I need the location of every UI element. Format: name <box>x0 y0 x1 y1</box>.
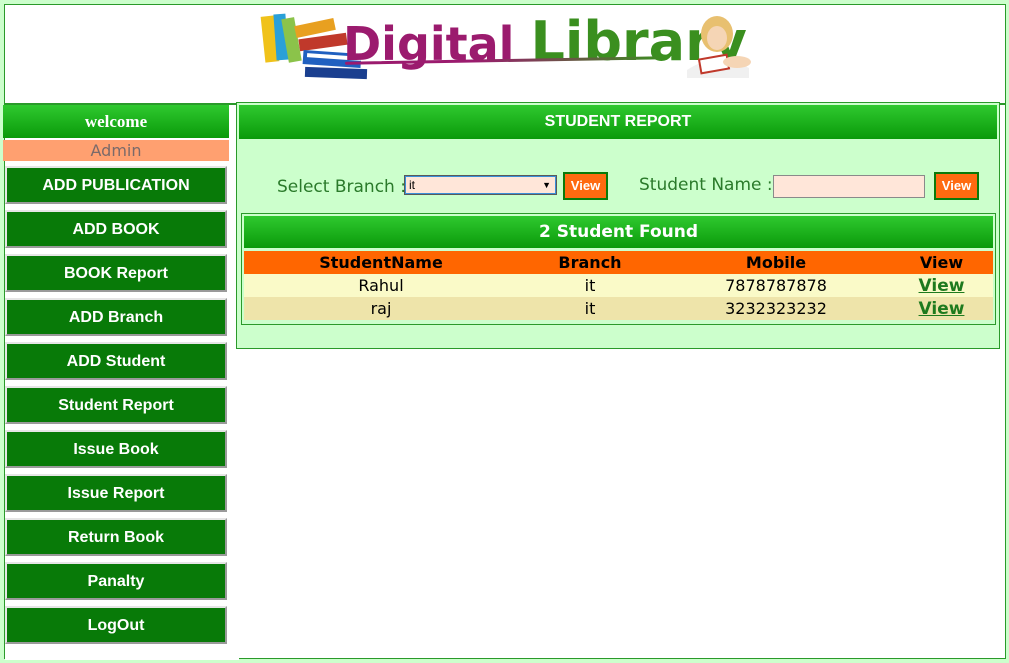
cell-student-name: Rahul <box>244 274 518 297</box>
table-header-row: StudentName Branch Mobile View <box>244 251 993 274</box>
student-report-panel: STUDENT REPORT Select Branch : it ▼ View… <box>236 102 1000 349</box>
results-count-heading: 2 Student Found <box>244 216 993 248</box>
welcome-heading: welcome <box>3 105 229 138</box>
student-name-input[interactable] <box>773 175 925 198</box>
header: Digital Library <box>5 5 1005 105</box>
column-header-view: View <box>890 251 993 274</box>
view-student-link[interactable]: View <box>919 299 965 319</box>
cell-mobile: 3232323232 <box>662 297 890 320</box>
cell-view: View <box>890 297 993 320</box>
sidebar-item-panalty[interactable]: Panalty <box>5 562 227 600</box>
sidebar-item-issue-book[interactable]: Issue Book <box>5 430 227 468</box>
sidebar-item-add-publication[interactable]: ADD PUBLICATION <box>5 166 227 204</box>
name-view-button[interactable]: View <box>934 172 979 200</box>
sidebar-item-logout[interactable]: LogOut <box>5 606 227 644</box>
cell-branch: it <box>518 297 662 320</box>
sidebar-item-add-student[interactable]: ADD Student <box>5 342 227 380</box>
student-name-label: Student Name : <box>639 175 773 195</box>
cell-student-name: raj <box>244 297 518 320</box>
reading-girl-image <box>687 16 751 78</box>
view-student-link[interactable]: View <box>919 276 965 296</box>
sidebar-item-return-book[interactable]: Return Book <box>5 518 227 556</box>
student-table: StudentName Branch Mobile View Rahul it … <box>244 251 993 320</box>
dropdown-arrow-icon: ▼ <box>542 180 551 190</box>
cell-branch: it <box>518 274 662 297</box>
select-branch-label: Select Branch : <box>277 177 406 197</box>
user-name-label: Admin <box>3 140 229 161</box>
digital-library-logo: Digital Library <box>255 8 755 86</box>
cell-mobile: 7878787878 <box>662 274 890 297</box>
cell-view: View <box>890 274 993 297</box>
branch-view-button[interactable]: View <box>563 172 608 200</box>
column-header-student-name: StudentName <box>244 251 518 274</box>
page-title: STUDENT REPORT <box>239 105 997 139</box>
table-row: raj it 3232323232 View <box>244 297 993 320</box>
sidebar-item-add-branch[interactable]: ADD Branch <box>5 298 227 336</box>
column-header-branch: Branch <box>518 251 662 274</box>
branch-select-value: it <box>409 178 415 192</box>
sidebar-item-add-book[interactable]: ADD BOOK <box>5 210 227 248</box>
sidebar-item-issue-report[interactable]: Issue Report <box>5 474 227 512</box>
results-box: 2 Student Found StudentName Branch Mobil… <box>241 213 996 325</box>
sidebar-item-book-report[interactable]: BOOK Report <box>5 254 227 292</box>
column-header-mobile: Mobile <box>662 251 890 274</box>
table-row: Rahul it 7878787878 View <box>244 274 993 297</box>
sidebar-item-student-report[interactable]: Student Report <box>5 386 227 424</box>
branch-select[interactable]: it ▼ <box>404 175 557 195</box>
